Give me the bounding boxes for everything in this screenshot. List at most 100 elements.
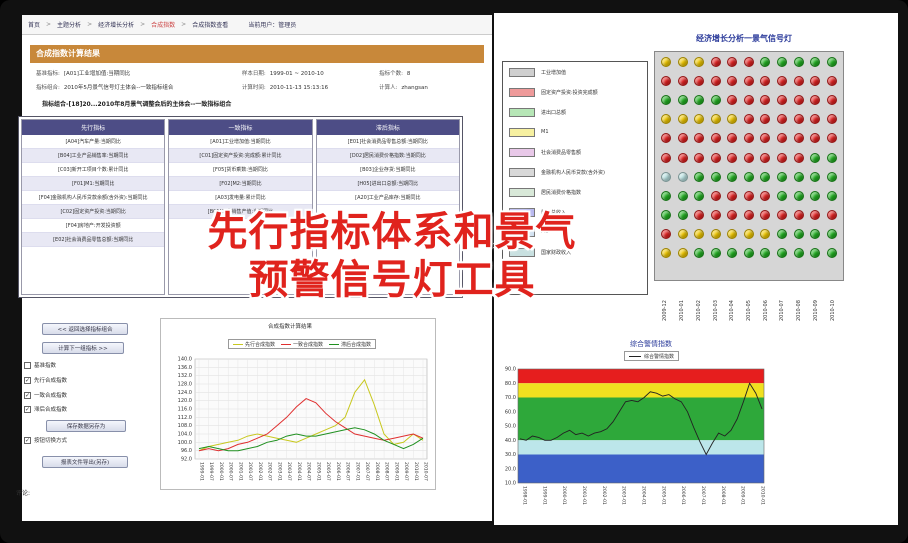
signal-legend-item: 固定资产投资:投资完成额 <box>503 82 647 102</box>
indicator-item[interactable]: [F05]货币乘数:当期同比 <box>169 163 312 177</box>
signal-lamp <box>677 133 688 144</box>
x-tick-label: 2004-07 <box>306 462 312 481</box>
signal-date-label: 2010-02 <box>695 300 702 321</box>
indicator-item[interactable]: [E01]社会消费品零售总额:当期同比 <box>316 135 459 149</box>
series-checkbox[interactable]: ✓ 按钮切换方式 <box>24 436 67 444</box>
signal-lamp-grid <box>654 51 844 281</box>
signal-lamp <box>661 171 672 182</box>
current-user: 当前用户：管理员 <box>248 22 297 29</box>
x-tick-label: 2010-01 <box>760 486 766 505</box>
x-tick-label: 1999-01 <box>541 486 547 505</box>
save-as-button[interactable]: 保存数据另存为 <box>46 420 126 432</box>
signal-row <box>655 148 843 167</box>
legend-label: 居民消费价格指数 <box>541 189 582 196</box>
series-checkbox[interactable]: ✓ 滞后合成指数 <box>24 405 67 413</box>
signal-lamp <box>661 229 672 240</box>
indicator-item[interactable]: [B04]工业产品销售率:当期同比 <box>22 149 165 163</box>
overlay-title: 先行指标体系和景气 预警信号灯工具 <box>132 208 652 304</box>
checkbox-box[interactable]: ✓ <box>24 436 31 444</box>
indicator-item[interactable]: [D02]居民消费价格指数:当期同比 <box>316 149 459 163</box>
signal-lamp <box>826 248 837 259</box>
signal-lamp <box>793 210 804 221</box>
y-tick-label: 60.0 <box>505 409 516 415</box>
series-checkbox[interactable]: 基准指数 <box>24 361 56 369</box>
signal-lamp <box>677 190 688 201</box>
signal-date-label: 2010-08 <box>796 300 803 321</box>
checkbox-box[interactable]: ✓ <box>24 391 31 399</box>
signal-lamp <box>661 56 672 67</box>
signal-lamp <box>826 94 837 105</box>
x-tick-label: 2003-01 <box>621 486 627 505</box>
y-tick-label: 70.0 <box>505 395 516 401</box>
signal-lamp <box>677 210 688 221</box>
indicator-item[interactable]: [A20]工业产品库存:当期同比 <box>316 191 459 205</box>
alert-band <box>518 454 764 483</box>
checkbox-label: 一致合成指数 <box>34 393 68 399</box>
indicator-item[interactable]: [C01]固定资产投资:完成额:累计同比 <box>169 149 312 163</box>
signal-lamp <box>793 114 804 125</box>
selected-combination-title: 指标组合-[18]20...2010年8月景气调整会后的主体会--一致指标组合 <box>42 101 232 108</box>
legend-label: 社会消费品零售额 <box>541 149 582 156</box>
checkbox-box[interactable]: ✓ <box>24 376 31 384</box>
indicator-item[interactable]: [H05]进出口总额:当期同比 <box>316 177 459 191</box>
signal-legend-item: 进出口总额 <box>503 102 647 122</box>
signal-lamp <box>743 190 754 201</box>
indicator-item[interactable]: [F01]M1:当期同比 <box>22 177 165 191</box>
series-checkbox[interactable]: ✓ 一致合成指数 <box>24 391 67 399</box>
indicator-item[interactable]: [B03]企业存货:当期同比 <box>316 163 459 177</box>
breadcrumb-item-growth[interactable]: 经济增长分析 <box>98 20 134 29</box>
signal-lamp <box>743 56 754 67</box>
info-calc-time: 计算时间: 2010-11-13 15:13:16 <box>241 85 329 91</box>
indicator-item[interactable]: [A03]发电量:累计同比 <box>169 191 312 205</box>
signal-row <box>655 167 843 186</box>
legend-alert-index: 综合警情指数 <box>644 353 675 360</box>
signal-row <box>655 90 843 109</box>
signal-lamp <box>743 229 754 240</box>
legend-coincident: 一致合成指数 <box>293 341 324 348</box>
signal-lamp <box>776 152 787 163</box>
signal-lamp <box>677 152 688 163</box>
indicator-item[interactable]: [F02]M2:当期同比 <box>169 177 312 191</box>
x-tick-label: 2004-01 <box>296 462 302 481</box>
y-tick-label: 112.0 <box>178 415 192 421</box>
x-tick-label: 2008-01 <box>374 462 380 481</box>
signal-lamp <box>776 75 787 86</box>
indicator-column-header: 一致指标 <box>169 120 312 135</box>
signal-lamp <box>810 190 821 201</box>
x-tick-label: 2002-01 <box>257 462 263 481</box>
indicator-item[interactable]: [C03]新开工项目个数:累计同比 <box>22 163 165 177</box>
signal-lamp <box>793 75 804 86</box>
x-tick-label: 2007-01 <box>354 462 360 481</box>
checkbox-box[interactable] <box>24 361 31 369</box>
signal-lamp <box>710 94 721 105</box>
signal-row <box>655 244 843 263</box>
x-tick-label: 2004-01 <box>641 486 647 505</box>
y-tick-label: 136.0 <box>178 365 192 371</box>
breadcrumb-item-view: 合成指数查看 <box>192 22 229 29</box>
comment-label: 评论: <box>16 490 31 497</box>
signal-lamp <box>743 75 754 86</box>
checkbox-box[interactable]: ✓ <box>24 405 31 413</box>
y-tick-label: 20.0 <box>505 466 516 472</box>
breadcrumb-item-home[interactable]: 首页 <box>28 20 40 29</box>
signal-date-label: 2010-10 <box>829 300 836 321</box>
series-checkbox[interactable]: ✓ 先行合成指数 <box>24 376 67 384</box>
signal-lamp <box>776 210 787 221</box>
indicator-item[interactable]: [A01]工业增加值:当期同比 <box>169 135 312 149</box>
alert-band <box>518 383 764 398</box>
signal-lamp <box>710 56 721 67</box>
info-benchmark: 基准指标: [A01]工业增加值:当期同比 <box>36 71 131 77</box>
indicator-item[interactable]: [A04]汽车产量:当期同比 <box>22 135 165 149</box>
alert-index-panel: 综合警情指数 综合警情指数 90.0 80.0 70.0 60.0 50.0 40.0 30… <box>494 335 898 525</box>
back-button[interactable]: << 返回选择指标组合 <box>42 323 128 335</box>
next-button[interactable]: 计算下一组指标 >> <box>42 342 124 354</box>
signal-lamp <box>776 248 787 259</box>
export-button[interactable]: 报表文件导出(另存) <box>42 456 128 468</box>
indicator-item[interactable]: [F04]金融机构人民币贷款余额(含外资):当期同比 <box>22 191 165 205</box>
panel-title: 合成指数计算结果 <box>30 45 484 63</box>
signal-date-label: 2010-09 <box>812 300 819 321</box>
breadcrumb-item-composite[interactable]: 合成指数 <box>151 20 175 29</box>
alert-chart-legend: 综合警情指数 <box>624 351 680 361</box>
breadcrumb-item-topic[interactable]: 主题分析 <box>57 20 81 29</box>
checkbox-label: 按钮切换方式 <box>34 438 68 444</box>
